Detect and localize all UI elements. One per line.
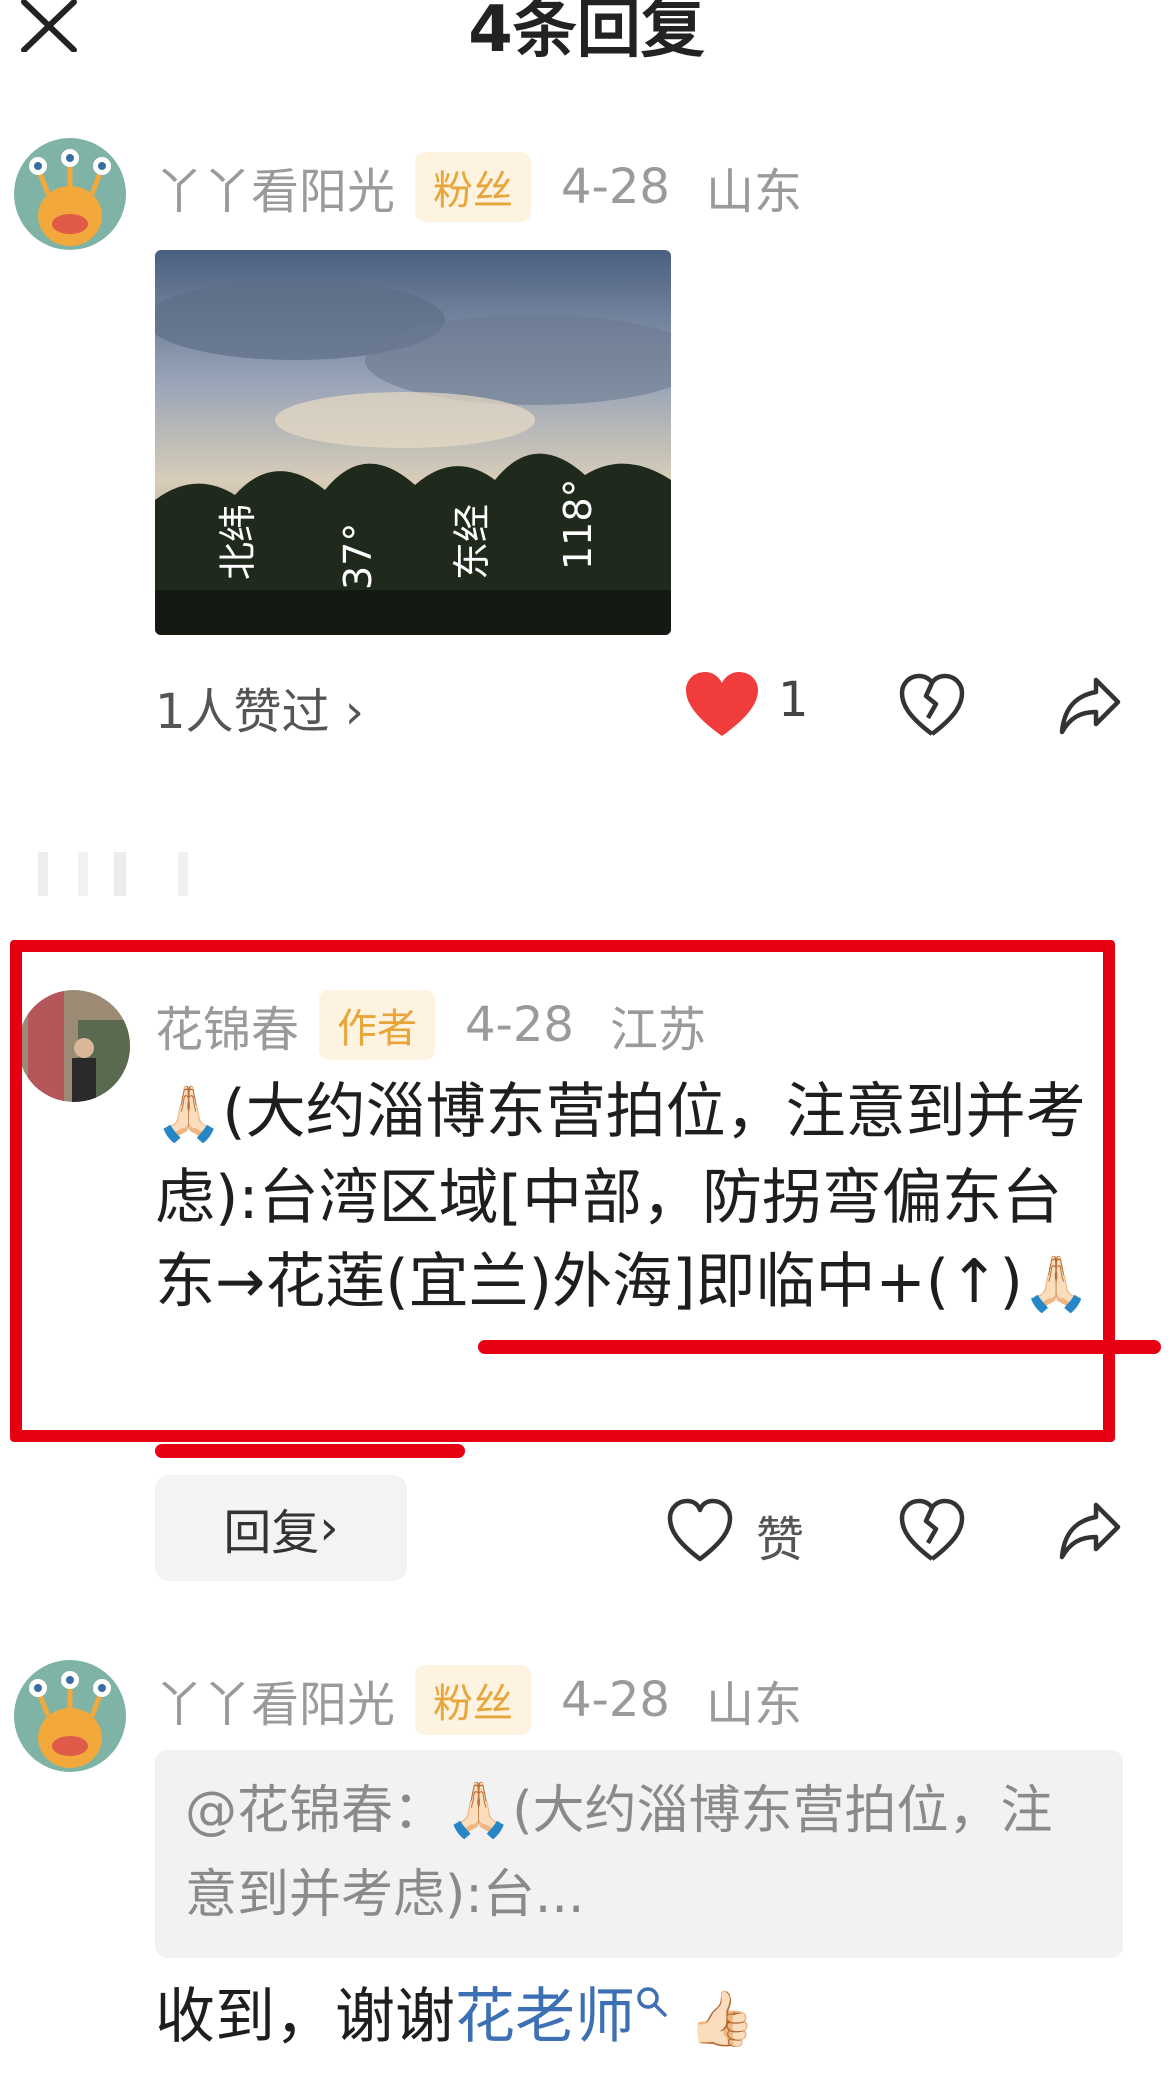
share-icon[interactable] (1056, 1497, 1124, 1565)
comment-location: 山东 (705, 1677, 802, 1733)
chevron-right-icon: › (329, 684, 364, 740)
comment-meta: 丫丫看阳光 粉丝 4-28 山东 (155, 1665, 802, 1735)
comment-text: 收到，谢谢花老师 👍🏻 (155, 1982, 756, 2052)
username[interactable]: 丫丫看阳光 (155, 152, 395, 222)
heart-outline-icon[interactable] (666, 1497, 734, 1565)
thumbs-up-emoji: 👍🏻 (688, 1987, 756, 2050)
mention-link[interactable]: 花老师 (455, 1982, 635, 2052)
highlight-underline (155, 1444, 465, 1458)
reply-button[interactable]: 回复 › (155, 1475, 407, 1581)
fan-badge: 粉丝 (415, 1665, 532, 1735)
avatar[interactable] (14, 1660, 126, 1772)
username[interactable]: 丫丫看阳光 (155, 1665, 395, 1735)
broken-heart-icon[interactable] (898, 1497, 966, 1565)
chevron-right-icon: › (319, 1500, 339, 1556)
avatar[interactable] (14, 138, 126, 250)
comment-meta: 丫丫看阳光 粉丝 4-28 山东 (155, 152, 802, 222)
quoted-text: @花锦春：🙏🏻(大约淄博东营拍位，注意到并考虑):台... (185, 1778, 1053, 1925)
comment-photo[interactable]: 北纬 37° 东经 118° (155, 250, 671, 635)
like-count: 1 (778, 672, 809, 728)
like-label[interactable]: 赞 (756, 1500, 804, 1570)
highlight-underline (478, 1340, 1161, 1354)
fan-badge: 粉丝 (415, 152, 532, 222)
heart-filled-icon[interactable] (684, 670, 760, 740)
comment-date: 4-28 (561, 1672, 670, 1728)
divider-mark (38, 852, 188, 896)
search-icon[interactable] (635, 1985, 669, 2019)
page-title: 4条回复 (468, 0, 705, 67)
share-icon[interactable] (1056, 672, 1124, 740)
comment-location: 山东 (705, 164, 802, 220)
pray-emoji: 🙏🏻 (445, 1778, 513, 1841)
photo-caption: 东经 (450, 504, 494, 580)
likes-link[interactable]: 1人赞过 › (155, 672, 364, 742)
highlight-box (10, 940, 1115, 1442)
photo-caption: 118° (556, 478, 600, 570)
photo-caption: 37° (336, 523, 380, 590)
photo-caption: 北纬 (216, 504, 260, 580)
broken-heart-icon[interactable] (898, 672, 966, 740)
comment-date: 4-28 (561, 159, 670, 215)
